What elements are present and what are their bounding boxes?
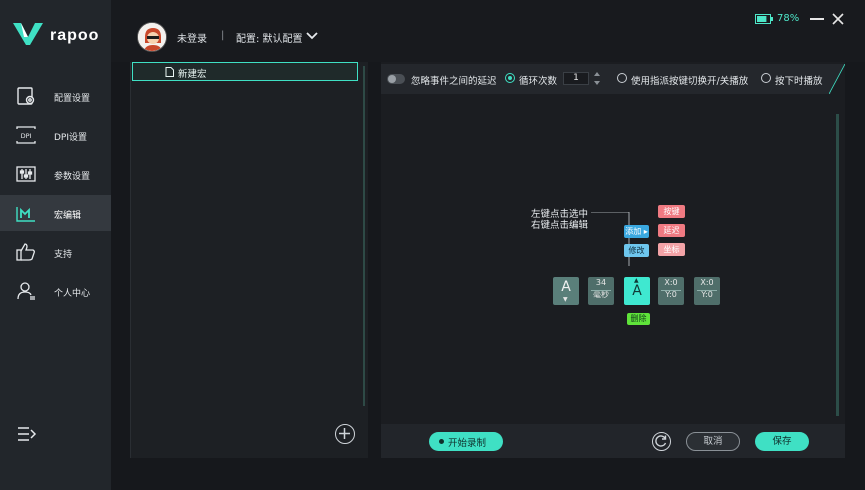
minimize-button[interactable]	[810, 18, 824, 20]
key-label: A	[561, 279, 571, 295]
plus-icon	[339, 428, 350, 439]
reset-button[interactable]	[652, 432, 671, 451]
editor-scrollbar[interactable]	[836, 114, 839, 416]
chevron-down-icon[interactable]	[305, 30, 319, 42]
battery-percent: 78%	[777, 13, 800, 24]
divider	[697, 290, 717, 291]
sidebar-item-label: 参数设置	[54, 172, 91, 182]
record-label: 开始录制	[448, 438, 487, 449]
dpi-icon: DPI	[16, 126, 36, 144]
sidebar-item-params[interactable]: 参数设置	[0, 156, 111, 192]
divider	[661, 290, 681, 291]
save-button[interactable]: 保存	[755, 432, 809, 451]
loop-count-radio[interactable]	[505, 73, 515, 83]
sidebar-item-support[interactable]: 支持	[0, 234, 111, 270]
battery-icon	[755, 14, 773, 24]
ignore-delay-label: 忽略事件之间的延迟	[411, 76, 497, 87]
sequence-delay[interactable]: 34 毫秒	[588, 277, 614, 305]
sequence-key-down[interactable]: A ▼	[553, 277, 579, 305]
sidebar-item-label: 宏编辑	[54, 211, 82, 221]
sidebar-item-label: 支持	[54, 250, 73, 260]
hint-connector	[591, 212, 630, 266]
close-icon[interactable]	[831, 12, 845, 26]
arrow-down-icon: ▼	[563, 296, 568, 303]
svg-text:DPI: DPI	[21, 132, 32, 140]
cancel-button[interactable]: 取消	[686, 432, 740, 451]
add-action-button[interactable]: 添加 ▸	[624, 225, 649, 238]
macro-item-label: 新建宏	[178, 69, 207, 80]
insert-key-option[interactable]: 按键	[658, 205, 685, 218]
modify-action-button[interactable]: 修改	[624, 244, 649, 257]
sequence-coordinate[interactable]: X:0 Y:0	[694, 277, 720, 305]
arrow-up-icon: ▲	[634, 277, 639, 284]
sliders-icon	[16, 166, 36, 182]
toggle-play-label: 使用指派按键切换开/关播放	[631, 76, 749, 87]
insert-delay-option[interactable]: 延迟	[658, 224, 685, 237]
delay-value: 34	[595, 278, 607, 287]
toggle-play-radio[interactable]	[617, 73, 627, 83]
press-play-label: 按下时播放	[775, 76, 823, 87]
thumbs-up-icon	[16, 243, 35, 261]
config-selector[interactable]: 配置: 默认配置	[236, 30, 303, 45]
coord-x: X:0	[700, 278, 714, 287]
record-dot-icon	[439, 439, 444, 444]
refresh-icon	[655, 435, 667, 447]
app-window: rapoo 配置设置 DPI DPI设置 参数设置 宏编辑 支持 个人中心 未登…	[0, 0, 865, 490]
loop-count-input[interactable]: 1	[563, 72, 589, 85]
macro-list-item[interactable]: 新建宏	[132, 62, 358, 81]
hint-right-click: 右键点击编辑	[531, 220, 589, 231]
sidebar-item-label: DPI设置	[54, 133, 88, 143]
sidebar-item-dpi[interactable]: DPI DPI设置	[0, 117, 111, 153]
header-separator: |	[221, 30, 225, 41]
user-icon	[17, 282, 35, 300]
file-icon	[165, 67, 174, 77]
spinner-arrows-icon[interactable]	[593, 71, 601, 86]
sidebar-item-config[interactable]: 配置设置	[0, 78, 111, 114]
playback-options-bar: 忽略事件之间的延迟 循环次数 1 使用指派按键切换开/关播放 按下时播放	[381, 64, 845, 94]
start-record-button[interactable]: 开始录制	[429, 432, 503, 451]
sidebar-item-macro[interactable]: 宏编辑	[0, 195, 111, 231]
editor-footer: 开始录制 取消 保存	[381, 424, 845, 458]
add-action-label: 添加	[625, 227, 642, 236]
rapoo-wordmark: rapoo	[50, 27, 100, 44]
sidebar-item-label: 个人中心	[54, 289, 91, 299]
avatar[interactable]	[137, 22, 167, 52]
macro-icon	[16, 207, 35, 222]
sidebar-item-label: 配置设置	[54, 94, 91, 104]
coord-x: X:0	[664, 278, 678, 287]
macro-editor: 忽略事件之间的延迟 循环次数 1 使用指派按键切换开/关播放 按下时播放 左键点…	[381, 62, 845, 458]
loop-count-label: 循环次数	[519, 76, 558, 87]
menu-expand-icon[interactable]	[17, 425, 37, 443]
login-status[interactable]: 未登录	[177, 30, 207, 45]
rapoo-logo: rapoo	[12, 22, 102, 48]
sidebar: rapoo 配置设置 DPI DPI设置 参数设置 宏编辑 支持 个人中心	[0, 0, 111, 490]
divider	[591, 290, 611, 291]
add-macro-button[interactable]	[335, 424, 355, 444]
press-play-radio[interactable]	[761, 73, 771, 83]
config-icon	[17, 87, 35, 105]
macro-list-scrollbar[interactable]	[363, 66, 365, 406]
options-bar-edge	[829, 64, 845, 94]
sidebar-item-profile[interactable]: 个人中心	[0, 273, 111, 309]
ignore-delay-toggle[interactable]	[387, 74, 405, 84]
rapoo-v-logo-icon	[13, 23, 43, 45]
sequence-key-up-selected[interactable]: ▲ A	[624, 277, 650, 305]
sequence-coordinate[interactable]: X:0 Y:0	[658, 277, 684, 305]
delete-action-button[interactable]: 删除	[627, 313, 650, 325]
macro-list-panel: 新建宏	[130, 62, 368, 458]
insert-coord-option[interactable]: 坐标	[658, 243, 685, 256]
